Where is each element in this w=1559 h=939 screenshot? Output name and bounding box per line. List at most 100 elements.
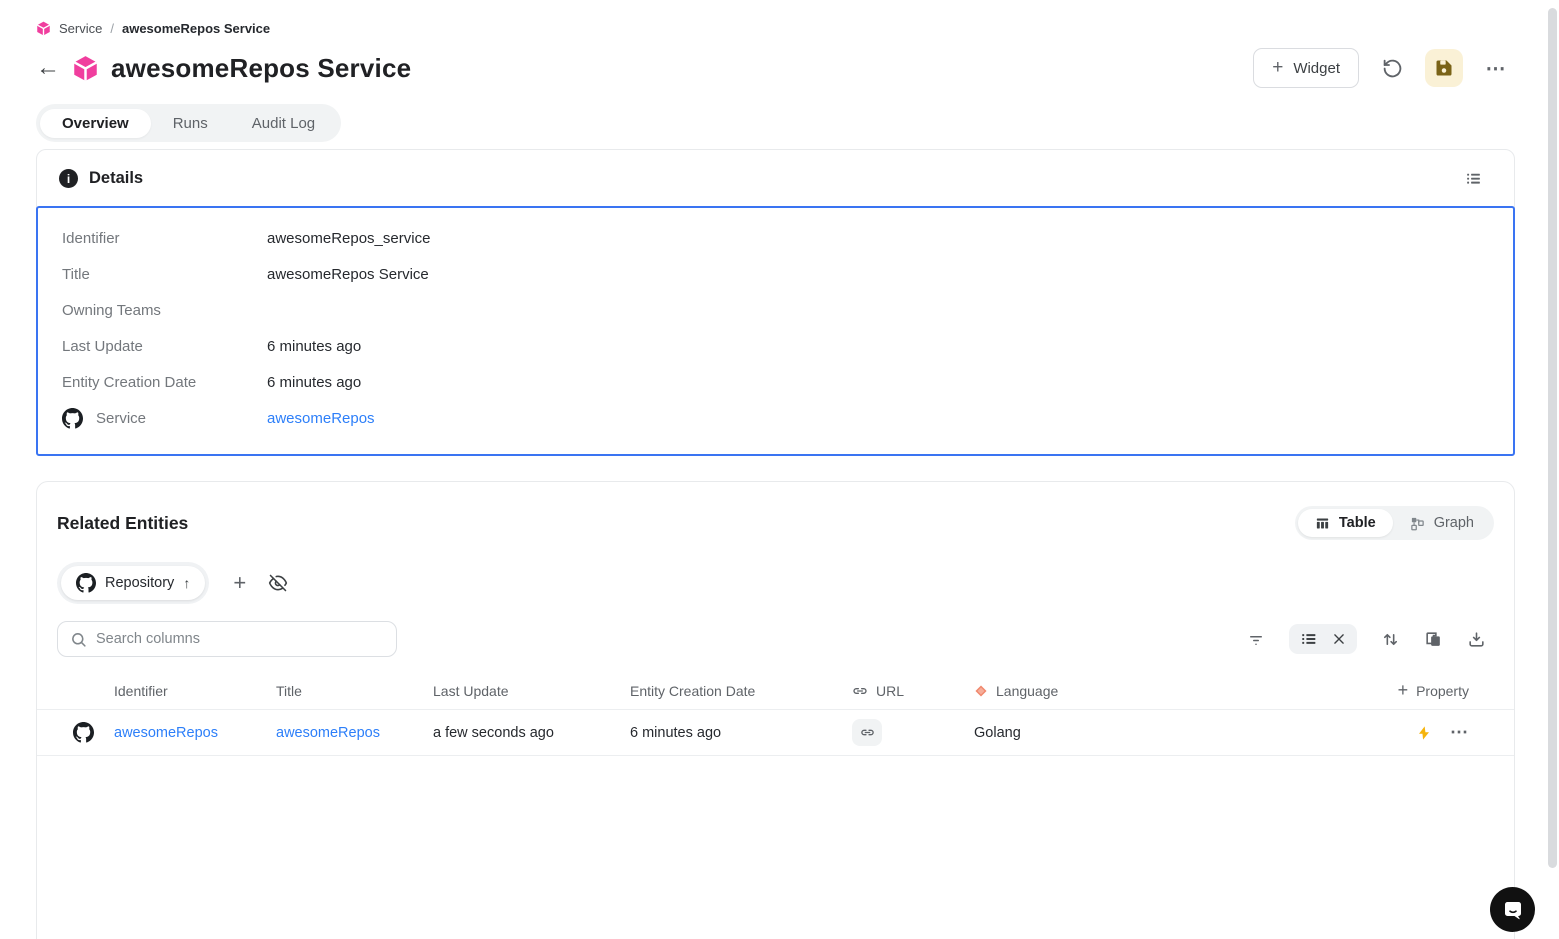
header-actions: + Widget ⋯ — [1253, 48, 1515, 88]
detail-row-owning-teams: Owning Teams — [38, 292, 1513, 328]
detail-label: Identifier — [62, 229, 120, 247]
graph-icon — [1410, 516, 1425, 531]
column-header-entity-creation-date[interactable]: Entity Creation Date — [630, 683, 852, 699]
download-icon — [1467, 630, 1486, 649]
detail-row-last-update: Last Update 6 minutes ago — [38, 328, 1513, 364]
breadcrumb-separator: / — [110, 20, 114, 36]
eye-off-icon — [268, 573, 288, 593]
view-toggle-table-label: Table — [1338, 515, 1376, 531]
detail-row-entity-creation-date: Entity Creation Date 6 minutes ago — [38, 364, 1513, 400]
details-card: i Details Identifier awesomeRepos_servic… — [36, 149, 1515, 456]
property-diamond-icon — [974, 684, 988, 698]
detail-label: Owning Teams — [62, 301, 161, 319]
plus-icon: + — [1272, 57, 1284, 78]
service-entity-link[interactable]: awesomeRepos — [267, 410, 375, 427]
link-icon — [852, 683, 868, 699]
scrollbar[interactable] — [1548, 8, 1557, 868]
page-header: ← awesomeRepos Service + Widget ⋯ — [36, 46, 1515, 90]
close-icon — [1332, 632, 1346, 646]
details-widget-selected[interactable]: Identifier awesomeRepos_service Title aw… — [36, 206, 1515, 456]
details-list-view-button[interactable] — [1454, 160, 1492, 198]
download-button[interactable] — [1467, 630, 1486, 649]
view-toggle: Table Graph — [1294, 506, 1494, 540]
plus-icon: + — [1397, 680, 1409, 700]
table-controls — [37, 621, 1514, 657]
arrow-up-icon: ↑ — [183, 575, 191, 591]
page-title: awesomeRepos Service — [111, 52, 412, 83]
add-property-button[interactable]: + Property — [1398, 680, 1469, 701]
sort-button[interactable] — [1381, 630, 1400, 649]
lightning-icon — [1416, 725, 1432, 741]
url-link-button[interactable] — [852, 719, 882, 746]
service-cube-icon — [36, 21, 51, 36]
view-toggle-table[interactable]: Table — [1297, 509, 1393, 537]
search-columns-input[interactable] — [58, 622, 396, 656]
tab-overview[interactable]: Overview — [40, 108, 151, 138]
cell-actions: ⋯ — [1319, 722, 1469, 743]
filter-button[interactable] — [1247, 630, 1265, 648]
cell-identifier: awesomeRepos — [114, 725, 276, 741]
list-icon — [1300, 630, 1318, 648]
detail-value: 6 minutes ago — [267, 373, 362, 391]
github-icon — [73, 722, 94, 743]
column-header-identifier[interactable]: Identifier — [114, 683, 276, 699]
breadcrumb: Service / awesomeRepos Service — [36, 20, 1559, 36]
detail-label: Entity Creation Date — [62, 373, 197, 391]
info-icon: i — [59, 169, 78, 188]
related-entities-card: Related Entities Table Graph Repository … — [36, 481, 1515, 939]
undo-button[interactable] — [1373, 49, 1411, 87]
column-header-language[interactable]: Language — [974, 683, 1319, 699]
list-icon — [1464, 169, 1483, 188]
breadcrumb-root[interactable]: Service — [59, 21, 102, 36]
link-icon — [860, 725, 875, 740]
search-icon — [72, 633, 86, 647]
table-toolbar — [1247, 624, 1486, 654]
identifier-link[interactable]: awesomeRepos — [114, 725, 218, 741]
column-header-url[interactable]: URL — [852, 683, 974, 699]
add-relation-button[interactable]: + — [233, 572, 246, 594]
table-row[interactable]: awesomeRepos awesomeRepos a few seconds … — [37, 710, 1514, 756]
table-header-row: Identifier Title Last Update Entity Crea… — [37, 672, 1514, 710]
detail-value: awesomeRepos_service — [267, 229, 431, 247]
cell-entity-creation-date: 6 minutes ago — [630, 724, 722, 741]
detail-row-service: Service awesomeRepos — [38, 400, 1513, 436]
group-list-button[interactable] — [1300, 630, 1318, 648]
add-widget-button[interactable]: + Widget — [1253, 48, 1359, 88]
column-header-actions: + Property — [1319, 680, 1469, 701]
add-property-label: Property — [1416, 682, 1469, 699]
more-menu-button[interactable]: ⋯ — [1477, 49, 1515, 87]
save-icon — [1434, 58, 1454, 78]
chat-widget-button[interactable] — [1490, 887, 1535, 932]
back-button[interactable]: ← — [36, 53, 66, 83]
relation-chip-group: Repository ↑ — [57, 562, 210, 604]
detail-row-identifier: Identifier awesomeRepos_service — [38, 220, 1513, 256]
column-header-title[interactable]: Title — [276, 683, 433, 699]
cell-url — [852, 719, 974, 746]
sort-arrows-icon — [1381, 630, 1400, 649]
save-button[interactable] — [1425, 49, 1463, 87]
row-more-button[interactable]: ⋯ — [1450, 722, 1469, 743]
relation-chip-repository[interactable]: Repository ↑ — [61, 566, 206, 600]
run-action-button[interactable] — [1416, 725, 1432, 741]
tab-audit-log[interactable]: Audit Log — [230, 109, 337, 138]
search-columns-box — [57, 621, 397, 657]
github-icon — [62, 407, 83, 429]
relation-chip-label: Repository — [105, 575, 175, 591]
column-header-last-update[interactable]: Last Update — [433, 683, 630, 699]
detail-value: 6 minutes ago — [267, 337, 362, 355]
tab-runs[interactable]: Runs — [151, 109, 230, 138]
view-toggle-graph[interactable]: Graph — [1393, 509, 1491, 537]
cell-last-update: a few seconds ago — [433, 724, 554, 741]
clear-grouping-button[interactable] — [1332, 632, 1346, 646]
details-card-header: i Details — [37, 150, 1514, 207]
title-link[interactable]: awesomeRepos — [276, 725, 380, 741]
hide-relations-button[interactable] — [268, 573, 288, 593]
detail-label: Title — [62, 265, 90, 283]
detail-row-title: Title awesomeRepos Service — [38, 256, 1513, 292]
copy-button[interactable] — [1424, 630, 1443, 649]
github-icon — [76, 573, 96, 593]
related-entities-title: Related Entities — [57, 512, 189, 533]
detail-value: awesomeRepos Service — [267, 265, 429, 283]
copy-icon — [1424, 630, 1443, 649]
widget-button-label: Widget — [1293, 59, 1340, 77]
